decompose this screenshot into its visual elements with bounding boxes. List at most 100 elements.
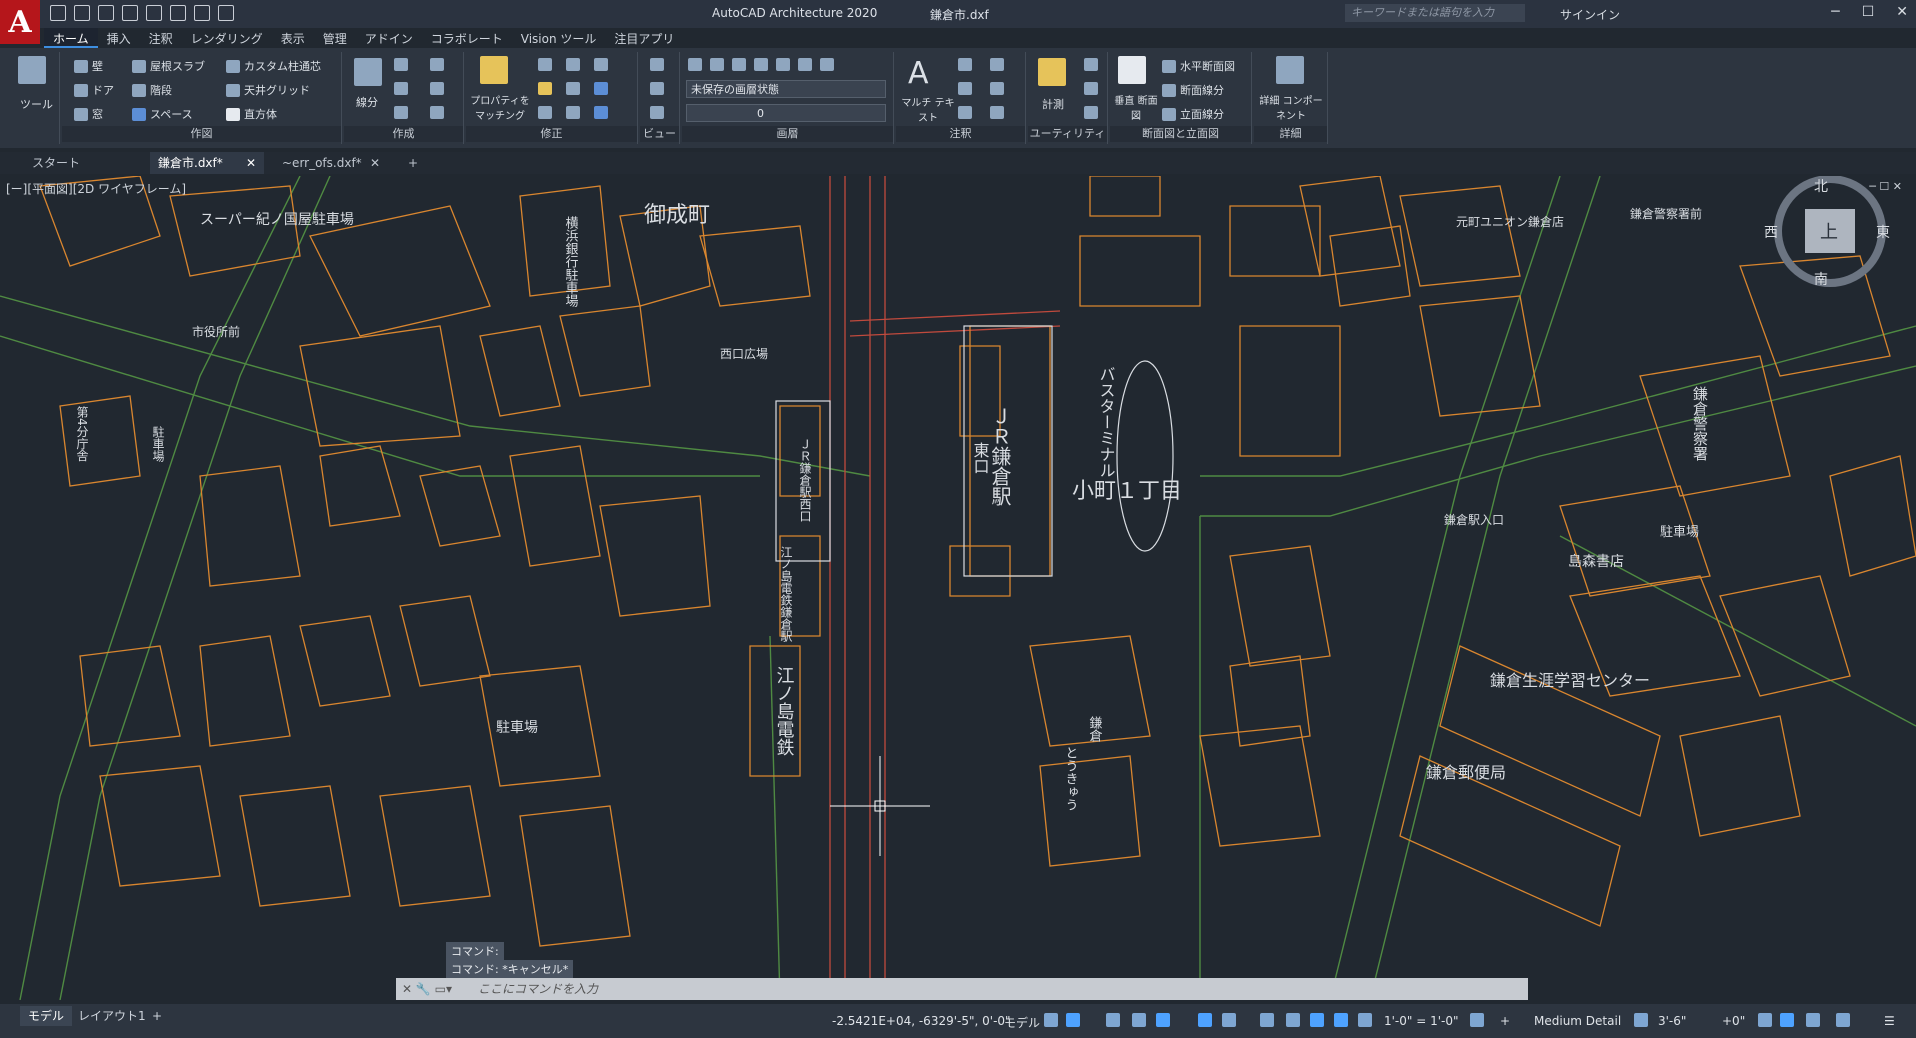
ellipse-icon[interactable] — [430, 82, 444, 95]
polar-icon[interactable] — [1156, 1013, 1170, 1027]
view-panel-title[interactable]: ビュー — [640, 126, 679, 142]
rectangle-icon[interactable] — [394, 106, 408, 119]
stretch-icon[interactable] — [538, 106, 552, 119]
mtext-icon[interactable]: A — [908, 56, 929, 91]
array-icon[interactable] — [594, 106, 608, 119]
plot-icon[interactable] — [146, 5, 162, 21]
viewcube-east[interactable]: 東 — [1876, 225, 1890, 241]
ortho-icon[interactable] — [1132, 1013, 1146, 1027]
annotation-visibility-icon[interactable] — [1310, 1013, 1324, 1027]
view-icon-2[interactable] — [650, 82, 664, 95]
file-tab-start[interactable]: スタート — [24, 152, 144, 174]
details-panel-title[interactable]: 詳細 — [1254, 126, 1327, 142]
minimize-icon[interactable]: ─ — [1831, 4, 1839, 20]
match-properties-label[interactable]: プロパティを マッチング — [470, 92, 530, 122]
close-tab-icon[interactable]: ✕ — [246, 152, 256, 174]
window-button[interactable]: 窓 — [74, 106, 103, 122]
column-grid-button[interactable]: カスタム柱通芯 — [226, 58, 321, 74]
section-line-button[interactable]: 断面線分 — [1162, 82, 1224, 98]
space-button[interactable]: スペース — [132, 106, 193, 122]
layer-combo[interactable]: 0 — [686, 104, 886, 122]
view-icon-1[interactable] — [650, 58, 664, 71]
hardware-acceleration-icon[interactable] — [1780, 1013, 1794, 1027]
ceiling-grid-button[interactable]: 天井グリッド — [226, 82, 310, 98]
command-line-controls[interactable]: ✕ 🔧 ▭▾ — [402, 978, 452, 1000]
annotation-scale-icon[interactable] — [1358, 1013, 1372, 1027]
annotation-scale-value[interactable]: 1'-0" = 1'-0" — [1384, 1014, 1459, 1028]
workspace-gear-icon[interactable] — [1470, 1013, 1484, 1027]
ribbon-tab[interactable]: レンダリング — [182, 28, 272, 48]
erase-icon[interactable] — [538, 82, 552, 95]
layer-tools[interactable] — [688, 58, 834, 71]
ribbon-tab[interactable]: 挿入 — [98, 28, 140, 48]
layer-state-combo[interactable]: 未保存の画層状態 — [686, 80, 886, 98]
arc-icon[interactable] — [394, 58, 408, 71]
maximize-icon[interactable]: ☐ — [1862, 4, 1875, 20]
utility-icon-2[interactable] — [1084, 82, 1098, 95]
viewcube-south[interactable]: 南 — [1814, 272, 1828, 288]
utility-icon-3[interactable] — [1084, 106, 1098, 119]
ribbon-tab[interactable]: Vision ツール — [512, 28, 606, 48]
line-label[interactable]: 線分 — [356, 94, 378, 110]
circle-icon[interactable] — [394, 82, 408, 95]
ribbon-tab[interactable]: アドイン — [356, 28, 422, 48]
box-button[interactable]: 直方体 — [226, 106, 277, 122]
roof-slab-button[interactable]: 屋根スラブ — [132, 58, 205, 74]
vertical-section-label[interactable]: 垂直 断面図 — [1112, 92, 1160, 122]
viewcube-top[interactable]: 上 — [1820, 222, 1838, 243]
trim-icon[interactable] — [594, 58, 608, 71]
build-panel-title[interactable]: 作図 — [62, 126, 341, 142]
grid-icon[interactable] — [1044, 1013, 1058, 1027]
drawing-viewport[interactable]: [ー][平面図][2D ワイヤフレーム] ─ ☐ ✕ 御成町 小町１丁目 ＪＲ鎌… — [0, 176, 1916, 1000]
close-tab-icon[interactable]: ✕ — [370, 152, 380, 174]
door-button[interactable]: ドア — [74, 82, 114, 98]
close-icon[interactable]: ✕ — [1896, 4, 1908, 20]
file-tab-kamakura[interactable]: 鎌倉市.dxf* ✕ — [150, 152, 264, 174]
search-input[interactable]: キーワードまたは語句を入力 — [1345, 4, 1525, 22]
open-icon[interactable] — [74, 5, 90, 21]
ribbon-tab[interactable]: 表示 — [272, 28, 314, 48]
detail-level-selector[interactable]: Medium Detail — [1534, 1014, 1621, 1028]
hatch-icon[interactable] — [430, 106, 444, 119]
new-tab-icon[interactable]: + — [400, 152, 424, 174]
measure-label[interactable]: 計測 — [1042, 96, 1064, 112]
tag-icon[interactable] — [958, 82, 972, 95]
autocad-logo[interactable]: A — [0, 0, 40, 44]
elevation-icon[interactable] — [1634, 1013, 1648, 1027]
measure-icon[interactable] — [1038, 58, 1066, 86]
snap-icon[interactable] — [1066, 1013, 1080, 1027]
tools-icon[interactable] — [18, 56, 46, 84]
undo-icon[interactable] — [170, 5, 186, 21]
dimension-icon[interactable] — [958, 58, 972, 71]
match-properties-icon[interactable] — [480, 56, 508, 84]
modify-panel-title[interactable]: 修正 — [466, 126, 637, 142]
mirror-icon[interactable] — [594, 82, 608, 95]
ribbon-tab[interactable]: 管理 — [314, 28, 356, 48]
save-icon[interactable] — [98, 5, 114, 21]
clean-screen-icon[interactable] — [1806, 1013, 1820, 1027]
viewcube-west[interactable]: 西 — [1764, 225, 1778, 241]
detail-component-icon[interactable] — [1276, 56, 1304, 84]
signin-button[interactable]: サインイン — [1560, 6, 1620, 23]
add-layout-icon[interactable]: + — [144, 1006, 170, 1026]
tools-label[interactable]: ツール — [20, 96, 53, 112]
ribbon-tab[interactable]: コラボレート — [422, 28, 512, 48]
vertical-section-icon[interactable] — [1118, 56, 1146, 84]
table-icon[interactable] — [958, 106, 972, 119]
move-icon[interactable] — [538, 58, 552, 71]
command-line[interactable]: ✕ 🔧 ▭▾ ここにコマンドを入力 — [396, 978, 1528, 1000]
osnap-icon[interactable] — [1198, 1013, 1212, 1027]
plus-icon[interactable]: + — [1500, 1014, 1510, 1028]
infer-icon[interactable] — [1106, 1013, 1120, 1027]
utilities-panel-title[interactable]: ユーティリティ — [1028, 126, 1107, 142]
lineweight-icon[interactable] — [1260, 1013, 1274, 1027]
viewport-label[interactable]: [ー][平面図][2D ワイヤフレーム] — [6, 180, 186, 197]
horizontal-section-button[interactable]: 水平断面図 — [1162, 58, 1235, 74]
coordinates-readout[interactable]: -2.5421E+04, -6329'-5", 0'-0" — [832, 1014, 1011, 1028]
ribbon-tab[interactable]: 注目アプリ — [605, 28, 683, 48]
offset-value[interactable]: +0" — [1722, 1014, 1745, 1028]
save-as-icon[interactable] — [122, 5, 138, 21]
scale-icon[interactable] — [566, 106, 580, 119]
layers-panel-title[interactable]: 画層 — [682, 126, 893, 142]
command-input[interactable]: ここにコマンドを入力 — [478, 978, 598, 1000]
